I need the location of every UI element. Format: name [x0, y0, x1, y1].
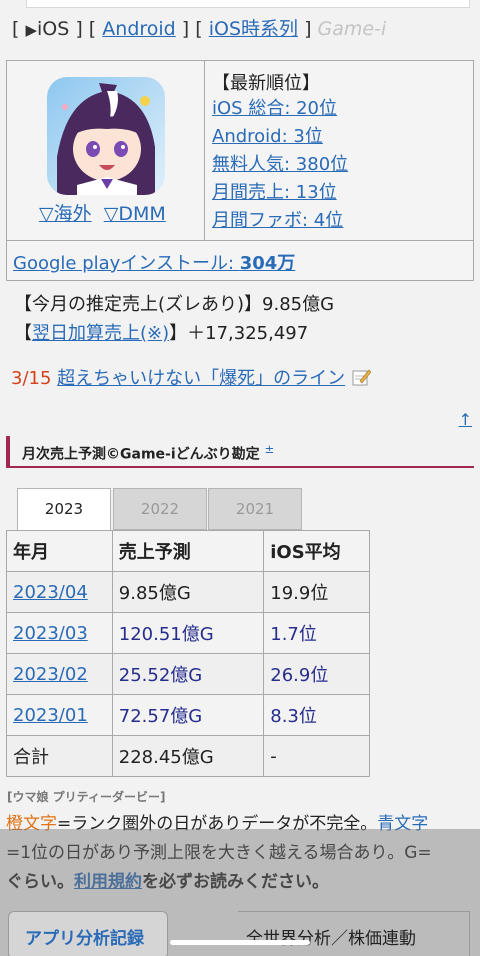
play-triangle-icon: ▶ [25, 21, 38, 39]
avg-cell: 8.3位 [263, 694, 370, 736]
ranking-free-popular[interactable]: 無料人気: 380位 [212, 154, 348, 175]
daily-estimate-value: 】＋17,325,497 [169, 323, 309, 344]
sales-cell: 72.57億G [111, 694, 265, 736]
nav-bracket-close: ] [304, 18, 312, 40]
sales-cell: 9.85億G [111, 571, 265, 613]
tab-2023[interactable]: 2023 [17, 488, 111, 530]
nav-separator: ] [ [181, 18, 203, 40]
nav-ios-current: iOS [37, 18, 70, 40]
home-indicator[interactable] [170, 940, 310, 945]
nav-separator: ] [ [75, 18, 97, 40]
app-analysis-button[interactable]: アプリ分析記録 [8, 911, 168, 956]
month-link[interactable]: 2023/03 [13, 623, 88, 644]
ranking-android[interactable]: Android: 3位 [212, 126, 323, 147]
top-card-edge [26, 0, 470, 8]
section-sup: ± [264, 442, 275, 456]
ranking-monthly-sales[interactable]: 月間売上: 13位 [212, 182, 337, 203]
daily-open-bracket: 【 [14, 323, 32, 344]
header-ios-avg: iOS平均 [263, 530, 370, 572]
site-logo-text: Game-i [317, 18, 387, 40]
ranking-title: 【最新順位】 [212, 73, 320, 94]
region-links: ▽海外 ▽DMM [39, 199, 166, 226]
daily-estimate-row: 【翌日加算売上(※)】＋17,325,497 [14, 319, 308, 345]
ranking-list: iOS 総合: 20位 Android: 3位 無料人気: 380位 月間売上:… [212, 95, 348, 235]
app-info-box: ▽海外 ▽DMM 【最新順位】 iOS 総合: 20位 Android: 3位 … [6, 60, 474, 281]
memo-icon [351, 368, 372, 389]
ranking-monthly-fav[interactable]: 月間ファボ: 4位 [212, 210, 343, 231]
overseas-link[interactable]: ▽海外 [39, 203, 92, 225]
total-sales: 228.45億G [111, 735, 265, 777]
warning-line: 3/15 超えちゃいけない「爆死」のライン [11, 364, 372, 390]
install-label: Google playインストール: [13, 253, 240, 274]
table-row: 2023/02 25.52億G 26.9位 [6, 653, 370, 695]
app-info-rankings: 【最新順位】 iOS 総合: 20位 Android: 3位 無料人気: 380… [205, 61, 473, 240]
ranking-ios-overall[interactable]: iOS 総合: 20位 [212, 98, 337, 119]
daily-estimate-link[interactable]: 翌日加算売上(※) [32, 323, 169, 344]
total-avg: - [263, 735, 370, 777]
install-count-value: 304万 [239, 253, 296, 274]
total-label: 合計 [6, 735, 113, 777]
app-info-left: ▽海外 ▽DMM [7, 61, 205, 240]
avg-cell: 26.9位 [263, 653, 370, 695]
header-month: 年月 [6, 530, 113, 572]
platform-nav: [ ▶iOS ] [ Android ] [ iOS時系列 ] Game-i [12, 14, 386, 41]
monthly-estimate: 【今月の推定売上(ズレあり)】9.85億G [14, 294, 335, 315]
install-count-row: Google playインストール: 304万 [7, 240, 473, 281]
header-sales: 売上予測 [111, 530, 265, 572]
table-total-row: 合計 228.45億G - [6, 735, 370, 777]
table-row: 2023/04 9.85億G 19.9位 [6, 571, 370, 613]
install-count-link[interactable]: Google playインストール: 304万 [13, 253, 295, 274]
tab-2022[interactable]: 2022 [113, 488, 207, 530]
avg-cell: 1.7位 [263, 612, 370, 654]
section-header: 月次売上予測©Game-iどんぶり勘定 ± [6, 436, 474, 468]
warning-date: 3/15 [11, 368, 52, 389]
month-link[interactable]: 2023/01 [13, 705, 88, 726]
avg-cell: 19.9位 [263, 571, 370, 613]
sales-cell: 25.52億G [111, 653, 265, 695]
app-icon[interactable] [47, 77, 165, 195]
sales-table: 年月 売上予測 iOS平均 2023/04 9.85億G 19.9位 2023/… [6, 530, 370, 777]
table-header-row: 年月 売上予測 iOS平均 [6, 530, 370, 572]
bottom-overlay: アプリ分析記録 全世界分析／株価連動 [0, 829, 480, 956]
month-link[interactable]: 2023/04 [13, 582, 88, 603]
world-analysis-link[interactable]: 全世界分析／株価連動 [238, 911, 470, 956]
scroll-top-arrow-icon[interactable]: ↑ [459, 410, 472, 429]
nav-android-link[interactable]: Android [102, 18, 175, 40]
tab-2021[interactable]: 2021 [208, 488, 302, 530]
warning-link[interactable]: 超えちゃいけない「爆死」のライン [57, 368, 345, 389]
game-label: [ウマ娘 プリティーダービー] [7, 790, 166, 804]
dmm-link[interactable]: ▽DMM [104, 203, 166, 225]
sales-cell: 120.51億G [111, 612, 265, 654]
table-row: 2023/03 120.51億G 1.7位 [6, 612, 370, 654]
section-title: 月次売上予測©Game-iどんぶり勘定 [22, 446, 260, 463]
nav-ios-timeline-link[interactable]: iOS時系列 [209, 18, 298, 40]
month-link[interactable]: 2023/02 [13, 664, 88, 685]
nav-bracket-open: [ [12, 18, 20, 40]
table-row: 2023/01 72.57億G 8.3位 [6, 694, 370, 736]
